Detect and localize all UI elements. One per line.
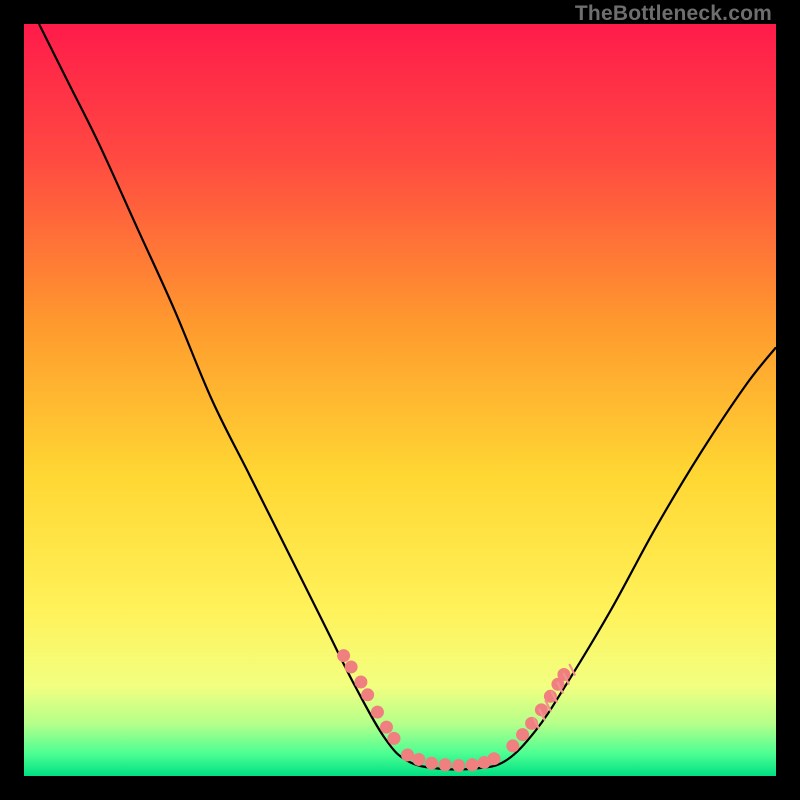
marker-dot (354, 676, 367, 689)
curve-layer (24, 24, 776, 776)
marker-dot (516, 728, 529, 741)
marker-dot (466, 758, 479, 771)
marker-dot (337, 649, 350, 662)
marker-dot (488, 752, 501, 765)
watermark-label: TheBottleneck.com (575, 2, 772, 26)
marker-dot (387, 732, 400, 745)
marker-dot (380, 721, 393, 734)
marker-dot (401, 748, 414, 761)
marker-dots (337, 649, 570, 772)
marker-dot (452, 759, 465, 772)
marker-dot (412, 753, 425, 766)
marker-dot (439, 758, 452, 771)
bottleneck-curve (39, 24, 776, 769)
plot-area (24, 24, 776, 776)
marker-dot (506, 739, 519, 752)
marker-dot (345, 660, 358, 673)
marker-dot (425, 757, 438, 770)
marker-dot (371, 706, 384, 719)
chart-frame: TheBottleneck.com (0, 0, 800, 800)
marker-dot (361, 688, 374, 701)
